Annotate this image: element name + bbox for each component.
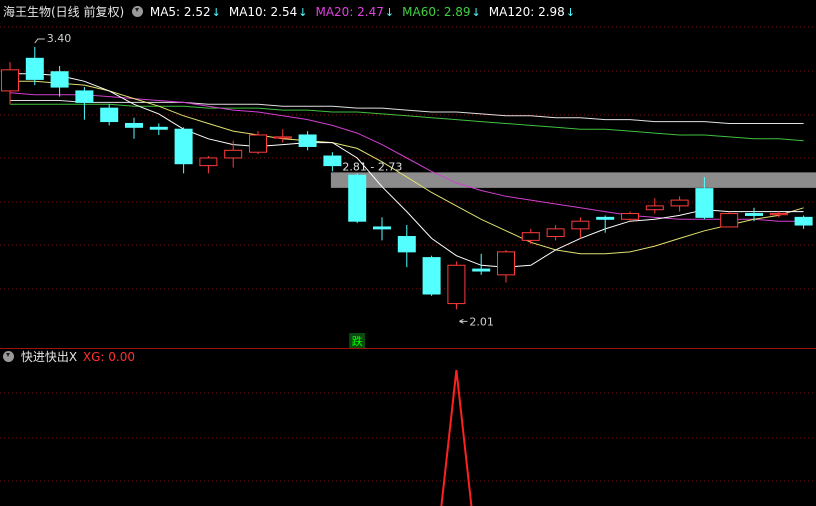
- candle-body: [273, 136, 292, 139]
- candle-body: [745, 213, 763, 216]
- candle-body: [125, 122, 143, 128]
- down-arrow-icon: ↓: [211, 6, 221, 19]
- sub-chart-header: 快进快出X XG: 0.00: [3, 349, 135, 365]
- ma-legend-item: MA60: 2.89↓: [402, 5, 481, 19]
- candle-body: [224, 149, 243, 159]
- candle-body: [596, 216, 615, 220]
- candle-body: [298, 134, 317, 147]
- indicator-title: 快进快出X: [20, 350, 78, 364]
- down-arrow-icon: ↓: [565, 6, 576, 19]
- ma-legend: MA5: 2.52↓ MA10: 2.54↓ MA20: 2.47↓ MA60: 2.…: [150, 5, 583, 19]
- candle-body: [670, 199, 689, 207]
- candle-body: [497, 251, 515, 276]
- candle-body: [472, 268, 491, 272]
- candle-body: [621, 213, 639, 220]
- ma120-line: [10, 100, 804, 124]
- candle-body: [25, 57, 44, 80]
- candle-body: [521, 232, 540, 241]
- candle-body: [695, 188, 714, 218]
- candle-body: [769, 213, 788, 216]
- candle-body: [323, 155, 342, 167]
- candle-body: [397, 236, 416, 253]
- low-marker: [459, 318, 468, 324]
- low-price-label: 2.01: [469, 315, 494, 328]
- candle-body: [174, 128, 193, 165]
- down-arrow-icon: ↓: [384, 6, 395, 19]
- candle-body: [645, 205, 664, 211]
- candle-body: [720, 213, 739, 228]
- candle-body: [75, 90, 94, 103]
- ma-legend-item: MA120: 2.98↓: [488, 5, 576, 19]
- ma-legend-item: MA5: 2.52↓: [149, 5, 221, 19]
- candle-body: [100, 107, 119, 123]
- candle-body: [199, 157, 218, 167]
- xg-value: XG: 0.00: [82, 350, 135, 364]
- settings-dropdown-icon[interactable]: [3, 351, 14, 362]
- down-arrow-icon: ↓: [471, 6, 481, 19]
- settings-dropdown-icon[interactable]: [132, 6, 144, 17]
- ma-legend-item: MA10: 2.54↓: [228, 5, 308, 19]
- candle-body: [50, 71, 69, 88]
- main-chart-header: 海王生物(日线 前复权) MA5: 2.52↓ MA10: 2.54↓ MA20: …: [3, 4, 583, 21]
- candle-body: [348, 174, 367, 222]
- high-marker: [34, 38, 45, 44]
- candle-body: [422, 257, 441, 295]
- candle-body: [1, 69, 19, 92]
- candle-body: [149, 126, 168, 130]
- down-arrow-icon: ↓: [298, 6, 308, 19]
- candlestick-chart: 3.40 2.01 2.81 - 2.73 跌: [0, 26, 816, 506]
- candle-body: [794, 216, 813, 226]
- candle-body: [373, 226, 391, 230]
- ma-legend-item: MA20: 2.47↓: [315, 5, 395, 19]
- candle-body: [546, 228, 565, 238]
- high-price-label: 3.40: [47, 32, 72, 45]
- candle-body: [447, 264, 466, 305]
- stock-title: 海王生物(日线 前复权): [3, 5, 125, 19]
- zone-range-label: 2.81 - 2.73: [342, 160, 402, 173]
- candle-body: [249, 134, 267, 153]
- fall-badge-label: 跌: [352, 334, 363, 348]
- candle-body: [571, 220, 590, 230]
